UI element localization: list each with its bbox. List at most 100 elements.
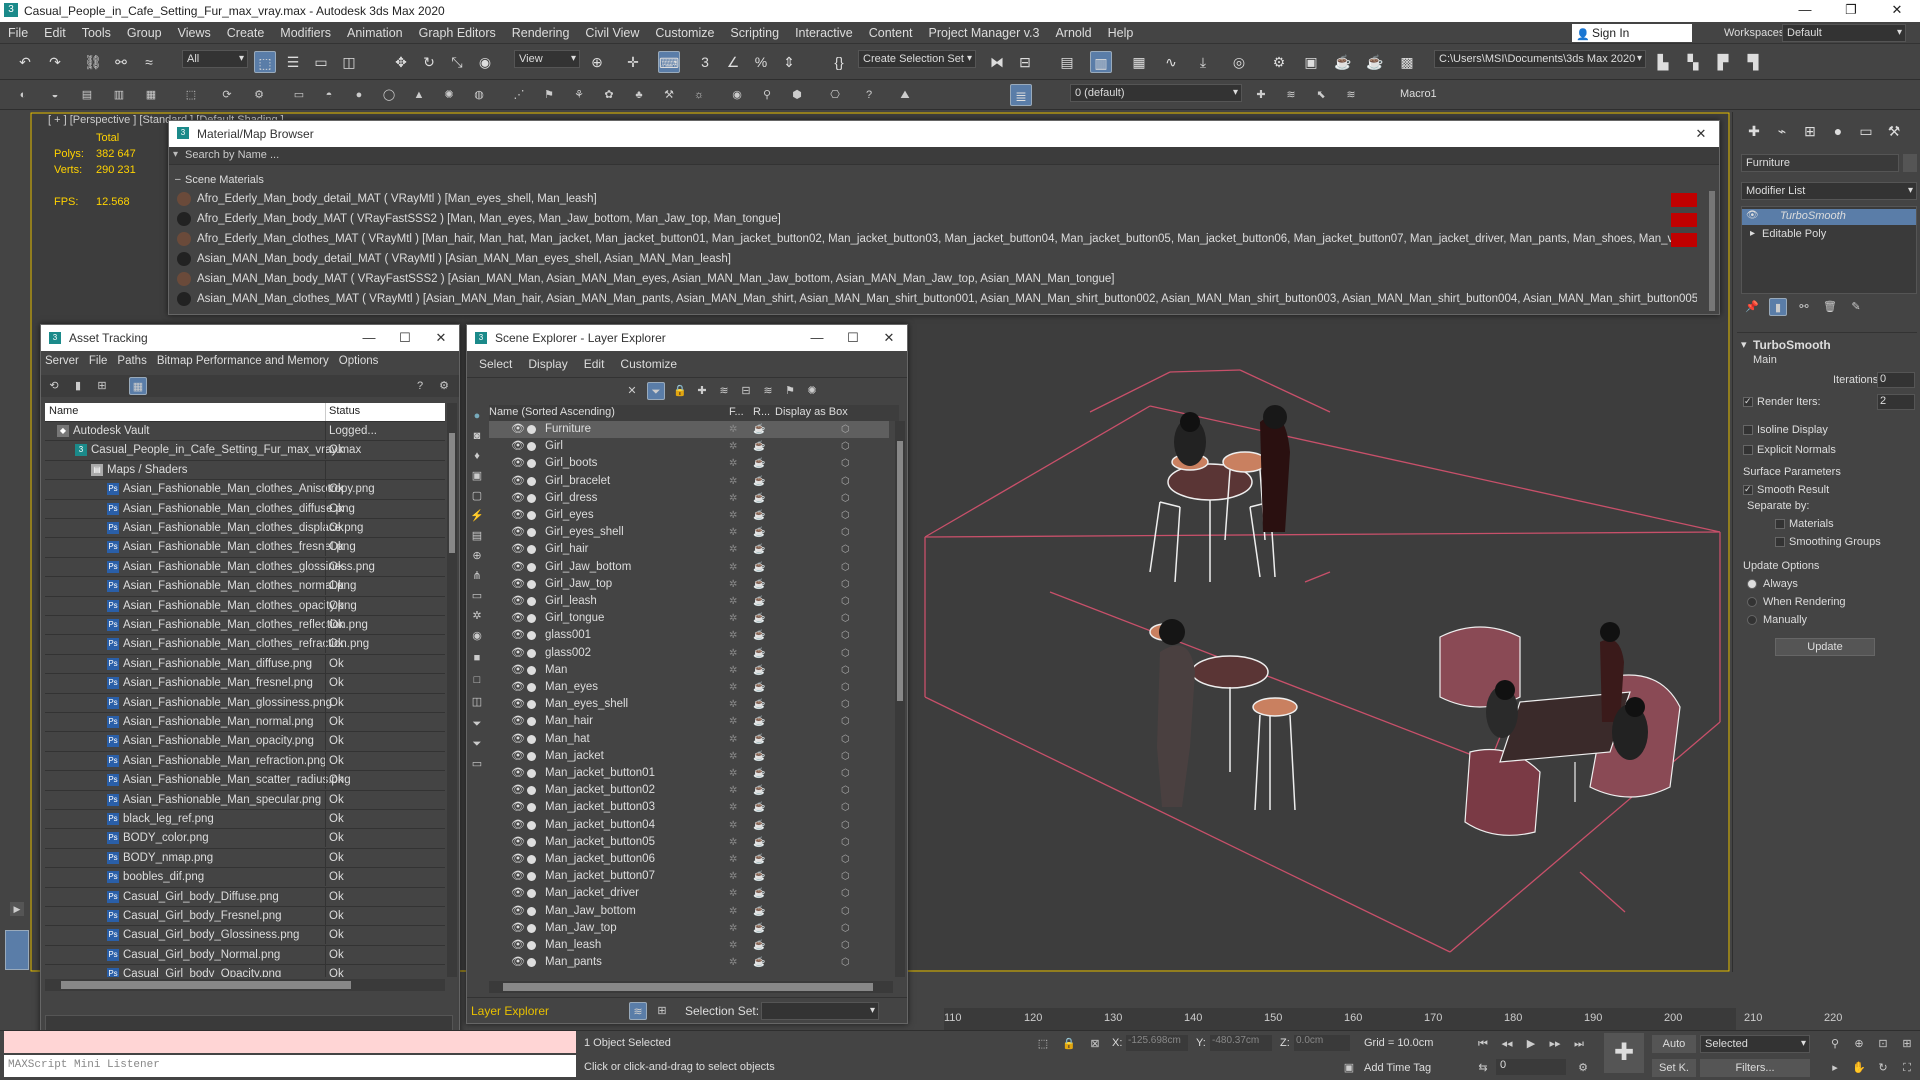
display-as-box-icon[interactable]: ⬡ <box>841 782 850 799</box>
renderable-icon[interactable]: ☕ <box>753 817 765 834</box>
explorer-row[interactable]: 👁 Girl_eyes_shell ✲ ☕ ⬡ <box>489 524 889 541</box>
layer-manager-icon[interactable]: ≣ <box>1010 84 1032 106</box>
maxscript-input-top[interactable] <box>4 1031 576 1053</box>
asset-row[interactable]: Ps Asian_Fashionable_Man_diffuse.png Ok <box>45 653 445 673</box>
freeze-icon[interactable]: ✲ <box>729 541 737 558</box>
asset-menu-paths[interactable]: Paths <box>117 355 146 371</box>
material-item[interactable]: Asian_MAN_Man_body_detail_MAT ( VRayMtl … <box>177 251 1697 269</box>
z-coordinate-field[interactable]: 0.0cm <box>1294 1035 1350 1051</box>
ribbon-icon-12[interactable]: ✿ <box>600 86 618 104</box>
named-selection-dropdown[interactable]: Create Selection Set <box>858 50 976 68</box>
display-as-box-icon[interactable]: ⬡ <box>841 817 850 834</box>
freeze-icon[interactable]: ✲ <box>729 559 737 576</box>
renderable-icon[interactable]: ☕ <box>753 782 765 799</box>
pin-stack-icon[interactable]: 📌 <box>1743 298 1761 316</box>
sphere-icon[interactable]: ● <box>350 86 368 104</box>
asset-row[interactable]: Ps BODY_color.png Ok <box>45 828 445 848</box>
minimize-icon[interactable]: — <box>351 325 387 351</box>
freeze-icon[interactable]: ✲ <box>729 765 737 782</box>
scroll-thumb[interactable] <box>897 441 903 701</box>
asset-vscroll[interactable] <box>447 403 457 977</box>
render-production-icon[interactable]: ☕ <box>1332 51 1354 73</box>
renderable-icon[interactable]: ☕ <box>753 920 765 937</box>
layer-dropdown[interactable]: 0 (default) <box>1070 84 1242 102</box>
selection-lock-icon[interactable]: 🔒 <box>1060 1035 1078 1053</box>
visibility-eye-icon[interactable]: 👁 <box>511 937 525 954</box>
ribbon-icon-8[interactable]: ⚙ <box>250 86 268 104</box>
scale-icon[interactable]: ⤡ <box>446 51 468 73</box>
renderable-icon[interactable]: ☕ <box>753 713 765 730</box>
explorer-row[interactable]: 👁 Girl_hair ✲ ☕ ⬡ <box>489 541 889 558</box>
renderable-icon[interactable]: ☕ <box>753 696 765 713</box>
display-geometry-icon[interactable]: ● <box>468 407 486 425</box>
display-as-box-icon[interactable]: ⬡ <box>841 851 850 868</box>
snaps-toggle-icon[interactable]: 3 <box>694 51 716 73</box>
visibility-eye-icon[interactable]: 👁 <box>511 507 525 524</box>
link-icon[interactable]: ⛓ <box>82 51 104 73</box>
ribbon-icon-1[interactable]: ◐ <box>14 86 32 104</box>
menu-views[interactable]: Views <box>170 26 219 40</box>
project-folder-icon[interactable]: ▙ <box>1652 51 1674 73</box>
renderable-icon[interactable]: ☕ <box>753 903 765 920</box>
explorer-row[interactable]: 👁 Man_hair ✲ ☕ ⬡ <box>489 713 889 730</box>
ribbon-icon-20[interactable]: ? <box>860 86 878 104</box>
visibility-eye-icon[interactable]: 👁 <box>511 524 525 541</box>
menu-create[interactable]: Create <box>219 26 273 40</box>
freeze-icon[interactable]: ✲ <box>729 679 737 696</box>
menu-project-manager-v-3[interactable]: Project Manager v.3 <box>921 26 1048 40</box>
asset-menu-bitmap-performance-and-memory[interactable]: Bitmap Performance and Memory <box>157 355 329 371</box>
display-as-box-icon[interactable]: ⬡ <box>841 473 850 490</box>
key-filters-button[interactable]: Filters... <box>1700 1059 1810 1077</box>
create-tab-icon[interactable]: ✚ <box>1743 120 1765 142</box>
explorer-row[interactable]: 👁 Man_leash ✲ ☕ ⬡ <box>489 937 889 954</box>
renderable-icon[interactable]: ☕ <box>753 937 765 954</box>
col-name-sorted[interactable]: Name (Sorted Ascending) <box>489 406 615 418</box>
y-coordinate-field[interactable]: -480.37cm <box>1210 1035 1272 1051</box>
schematic-view-icon[interactable]: ⤓ <box>1192 51 1214 73</box>
explorer-menu-edit[interactable]: Edit <box>584 357 605 371</box>
material-editor-icon[interactable]: ◎ <box>1228 51 1250 73</box>
renderable-icon[interactable]: ☕ <box>753 748 765 765</box>
collapse-icon[interactable]: ▾ <box>1741 338 1747 351</box>
col-name[interactable]: Name <box>49 405 78 417</box>
mirror-icon[interactable]: ⧓ <box>986 51 1008 73</box>
visibility-eye-icon[interactable]: 👁 <box>511 627 525 644</box>
asset-row[interactable]: Ps Asian_Fashionable_Man_clothes_diffuse.… <box>45 498 445 518</box>
asset-row[interactable]: Ps Asian_Fashionable_Man_normal.png Ok <box>45 712 445 731</box>
layout-icon-1[interactable]: ▚ <box>1682 51 1704 73</box>
asset-row[interactable]: Ps Asian_Fashionable_Man_clothes_glossine… <box>45 556 445 576</box>
display-as-box-icon[interactable]: ⬡ <box>841 421 850 438</box>
menu-interactive[interactable]: Interactive <box>787 26 861 40</box>
undo-icon[interactable]: ↶ <box>14 51 36 73</box>
modifier-turbosmooth[interactable]: 👁 TurboSmooth <box>1742 209 1916 225</box>
explorer-row[interactable]: 👁 Girl_boots ✲ ☕ ⬡ <box>489 455 889 472</box>
ribbon-icon-3[interactable]: ▤ <box>78 86 96 104</box>
explorer-row[interactable]: 👁 Man_eyes ✲ ☕ ⬡ <box>489 679 889 696</box>
explorer-row[interactable]: 👁 Man_eyes_shell ✲ ☕ ⬡ <box>489 696 889 713</box>
turbosmooth-rollout-title[interactable]: TurboSmooth <box>1753 338 1831 352</box>
ribbon-icon-21[interactable]: ⛰ <box>896 86 914 104</box>
display-shapes-icon[interactable]: ◙ <box>468 427 486 445</box>
visibility-eye-icon[interactable]: 👁 <box>511 679 525 696</box>
utilities-tab-icon[interactable]: ⚒ <box>1883 120 1905 142</box>
layout-icon-3[interactable]: ▜ <box>1742 51 1764 73</box>
object-color-swatch[interactable] <box>1903 154 1917 172</box>
display-as-box-icon[interactable]: ⬡ <box>841 903 850 920</box>
display-as-box-icon[interactable]: ⬡ <box>841 731 850 748</box>
current-frame-field[interactable]: 0 <box>1496 1059 1566 1075</box>
asset-row[interactable]: Ps Asian_Fashionable_Man_scatter_radius.p… <box>45 770 445 790</box>
ribbon-icon-17[interactable]: ⚲ <box>758 86 776 104</box>
asset-row[interactable]: Ps Asian_Fashionable_Man_fresnel.png Ok <box>45 673 445 693</box>
renderable-icon[interactable]: ☕ <box>753 954 765 971</box>
asset-row[interactable]: Ps Casual_Girl_body_Opacity.png Ok <box>45 964 445 977</box>
display-as-box-icon[interactable]: ⬡ <box>841 713 850 730</box>
isolate-selection-icon[interactable]: ⬚ <box>1034 1035 1052 1053</box>
spinner-snap-icon[interactable]: ⇕ <box>778 51 800 73</box>
explorer-row[interactable]: 👁 Man_jacket_button07 ✲ ☕ ⬡ <box>489 868 889 885</box>
renderable-icon[interactable]: ☕ <box>753 524 765 541</box>
menu-edit[interactable]: Edit <box>36 26 74 40</box>
layers2-icon[interactable]: ≋ <box>1342 86 1360 104</box>
pyramid-icon[interactable]: ▲ <box>410 86 428 104</box>
display-groups-icon[interactable]: ▤ <box>468 527 486 545</box>
explorer-row[interactable]: 👁 Girl_Jaw_bottom ✲ ☕ ⬡ <box>489 559 889 576</box>
